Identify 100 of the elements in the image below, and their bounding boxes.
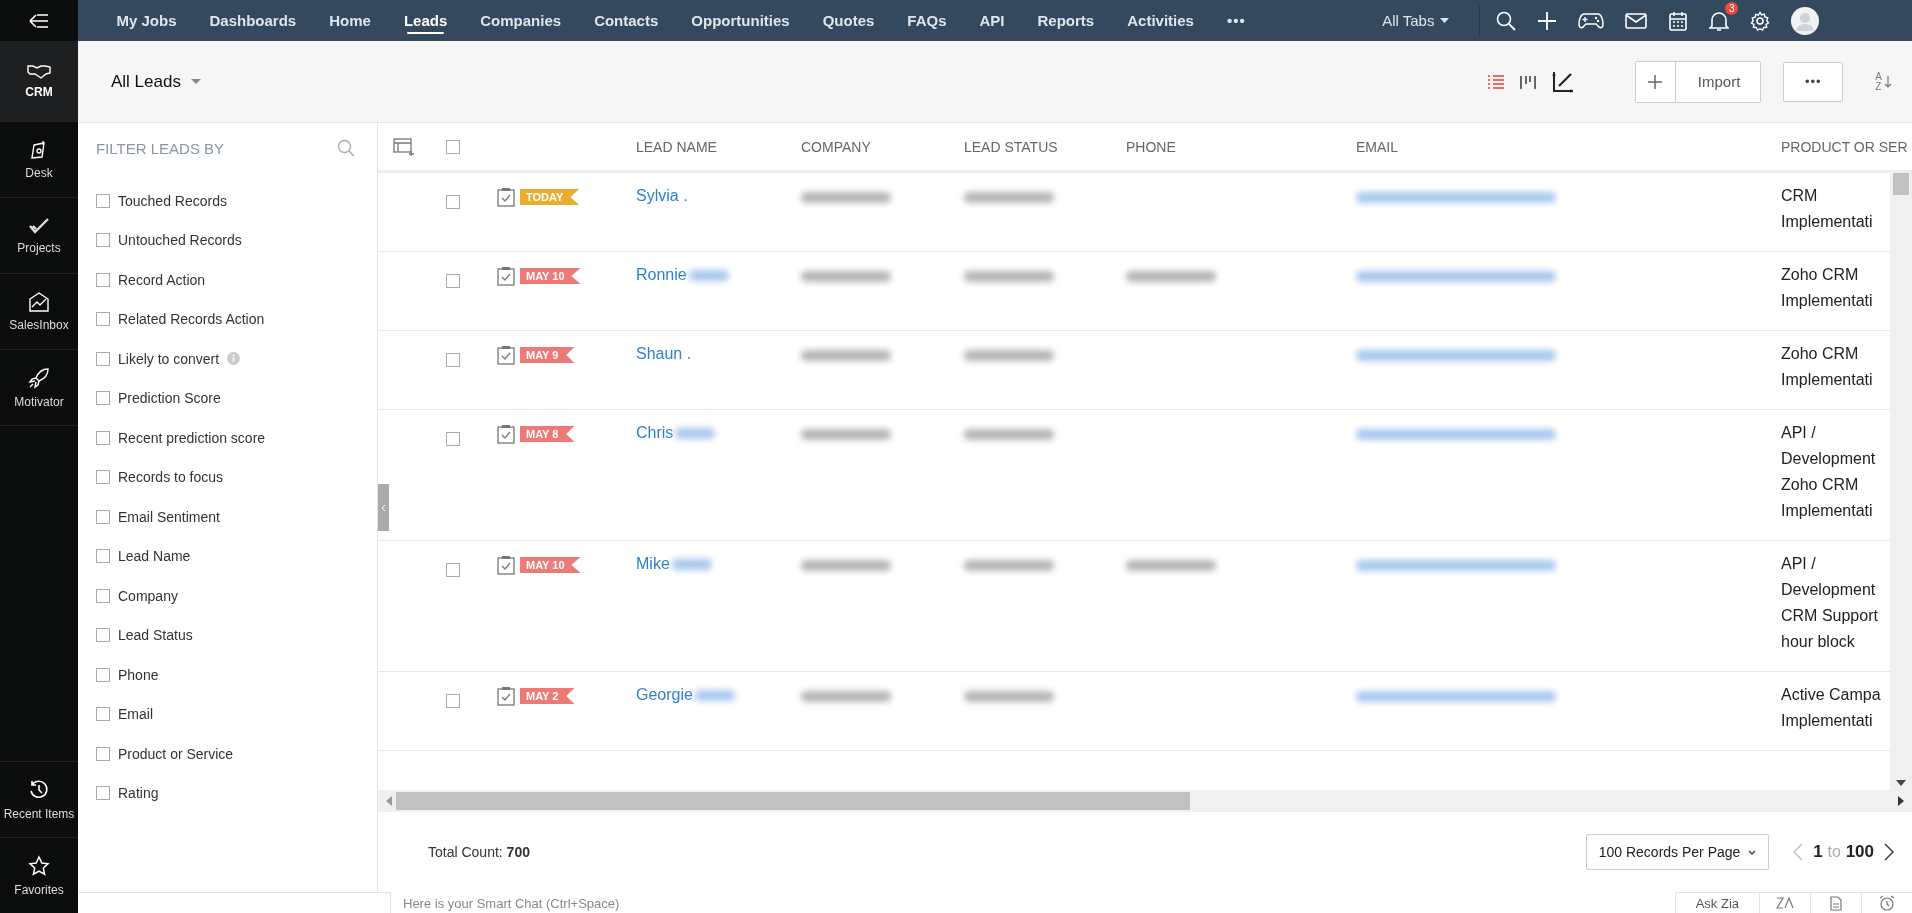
lead-name-link[interactable]: Sylvia . bbox=[636, 187, 688, 205]
checkbox[interactable] bbox=[96, 588, 110, 603]
sort-button[interactable]: A Z bbox=[1875, 71, 1892, 92]
column-settings-icon[interactable] bbox=[393, 137, 415, 156]
alarm-clock-icon[interactable] bbox=[1879, 895, 1895, 911]
task-icon[interactable] bbox=[497, 266, 515, 286]
column-header[interactable]: LEAD STATUS bbox=[948, 138, 1110, 155]
scroll-left-arrow-icon[interactable] bbox=[386, 796, 392, 806]
checkbox[interactable] bbox=[96, 667, 110, 682]
avatar-icon[interactable] bbox=[1791, 6, 1820, 35]
task-icon[interactable] bbox=[497, 686, 515, 706]
due-date-badge: MAY 10 bbox=[520, 557, 581, 573]
nav-tab[interactable]: Reports bbox=[1021, 0, 1111, 41]
task-icon[interactable] bbox=[497, 424, 515, 444]
nav-tab[interactable]: Opportunities bbox=[674, 0, 807, 41]
checkbox[interactable] bbox=[96, 193, 110, 208]
calendar-icon[interactable] bbox=[1668, 10, 1689, 31]
search-icon[interactable] bbox=[1496, 10, 1517, 31]
checkbox[interactable] bbox=[96, 786, 110, 801]
scrollbar-thumb[interactable] bbox=[1893, 173, 1909, 195]
records-per-page-dropdown[interactable]: 100 Records Per Page bbox=[1585, 834, 1770, 870]
checkbox[interactable] bbox=[96, 707, 110, 722]
lead-name-link[interactable]: Shaun . bbox=[636, 345, 692, 363]
checkbox[interactable] bbox=[96, 391, 110, 406]
chart-pen-icon[interactable] bbox=[1550, 69, 1575, 94]
app-switcher-item[interactable]: CRM bbox=[0, 41, 78, 122]
handshake-icon bbox=[27, 63, 51, 79]
column-header[interactable]: COMPANY bbox=[785, 138, 948, 155]
all-tabs-dropdown[interactable]: All Tabs bbox=[1382, 12, 1450, 29]
nav-tab[interactable]: My Jobs bbox=[100, 0, 193, 41]
gamepad-icon[interactable] bbox=[1578, 10, 1605, 31]
info-icon[interactable] bbox=[227, 352, 241, 366]
filter-label: Lead Name bbox=[118, 548, 191, 565]
caret-icon bbox=[190, 78, 201, 85]
task-icon[interactable] bbox=[497, 555, 515, 575]
column-header[interactable]: EMAIL bbox=[1340, 138, 1765, 155]
checkbox[interactable] bbox=[96, 430, 110, 445]
more-tabs-button[interactable]: ••• bbox=[1210, 0, 1263, 41]
row-checkbox[interactable] bbox=[445, 195, 460, 209]
row-checkbox[interactable] bbox=[445, 274, 460, 288]
zia-icon[interactable] bbox=[1776, 896, 1794, 910]
task-icon[interactable] bbox=[497, 345, 515, 365]
checkbox[interactable] bbox=[96, 272, 110, 287]
row-checkbox[interactable] bbox=[445, 353, 460, 367]
view-dropdown[interactable]: All Leads bbox=[111, 71, 201, 92]
table-cell-text: API / Development CRM Support hour block bbox=[1780, 554, 1879, 652]
nav-tab[interactable]: Dashboards bbox=[193, 0, 313, 41]
next-page-icon[interactable] bbox=[1884, 843, 1894, 861]
lead-name-link[interactable]: Chris bbox=[636, 424, 674, 442]
column-header[interactable]: LEAD NAME bbox=[620, 138, 785, 155]
scrollbar-thumb[interactable] bbox=[396, 792, 1190, 810]
mail-icon[interactable] bbox=[1625, 11, 1648, 30]
checkbox[interactable] bbox=[96, 470, 110, 485]
checkbox[interactable] bbox=[96, 233, 110, 248]
list-view-icon[interactable] bbox=[1486, 73, 1505, 90]
lead-name-link[interactable]: Georgie bbox=[636, 686, 693, 704]
create-lead-button[interactable] bbox=[1635, 61, 1676, 102]
chevron-icon bbox=[381, 503, 386, 512]
nav-tab[interactable]: Quotes bbox=[806, 0, 891, 41]
nav-tab[interactable]: Contacts bbox=[577, 0, 675, 41]
checkbox[interactable] bbox=[96, 628, 110, 643]
desk-icon bbox=[30, 139, 48, 160]
smart-chat-field[interactable]: Here is your Smart Chat (Ctrl+Space) bbox=[390, 892, 1675, 913]
column-header[interactable]: PRODUCT OR SER bbox=[1765, 138, 1912, 155]
checkbox[interactable] bbox=[96, 746, 110, 761]
nav-tab[interactable]: Leads bbox=[387, 0, 464, 41]
note-icon[interactable] bbox=[1830, 895, 1842, 911]
checkbox[interactable] bbox=[96, 549, 110, 564]
total-count: Total Count: 700 bbox=[428, 844, 530, 860]
vertical-scrollbar[interactable] bbox=[1890, 173, 1912, 790]
collapse-handle[interactable] bbox=[378, 484, 389, 531]
nav-tab[interactable]: Home bbox=[312, 0, 388, 41]
lead-name-link[interactable]: Mike bbox=[636, 555, 670, 573]
nav-tab[interactable]: Activities bbox=[1110, 0, 1211, 41]
row-checkbox[interactable] bbox=[445, 432, 460, 446]
settings-icon[interactable] bbox=[1750, 10, 1771, 31]
nav-tab[interactable]: FAQs bbox=[890, 0, 963, 41]
ask-zia-button[interactable]: Ask Zia bbox=[1674, 893, 1759, 913]
previous-page-icon[interactable] bbox=[1793, 843, 1804, 861]
nav-tab[interactable]: API bbox=[963, 0, 1022, 41]
task-icon[interactable] bbox=[497, 187, 515, 207]
checkbox[interactable] bbox=[96, 351, 110, 366]
horizontal-scrollbar[interactable] bbox=[378, 790, 1912, 812]
filter-label: Rating bbox=[118, 785, 159, 802]
nav-tab[interactable]: Companies bbox=[463, 0, 578, 41]
due-date-badge: MAY 10 bbox=[520, 268, 581, 284]
row-checkbox[interactable] bbox=[445, 694, 460, 708]
row-checkbox[interactable] bbox=[445, 563, 460, 577]
scroll-down-arrow-icon[interactable] bbox=[1896, 780, 1906, 786]
scroll-right-arrow-icon[interactable] bbox=[1898, 796, 1904, 806]
lead-name-link[interactable]: Ronnie bbox=[636, 266, 687, 284]
add-icon[interactable] bbox=[1537, 10, 1558, 31]
bell-icon[interactable] bbox=[1709, 9, 1730, 32]
checkbox[interactable] bbox=[96, 509, 110, 524]
filter-label: Company bbox=[118, 587, 178, 604]
column-header[interactable]: PHONE bbox=[1110, 138, 1340, 155]
select-all-checkbox[interactable] bbox=[445, 139, 460, 154]
checkbox[interactable] bbox=[96, 312, 110, 327]
kanban-view-icon[interactable] bbox=[1518, 73, 1537, 90]
more-actions-button[interactable]: ••• bbox=[1783, 61, 1844, 102]
